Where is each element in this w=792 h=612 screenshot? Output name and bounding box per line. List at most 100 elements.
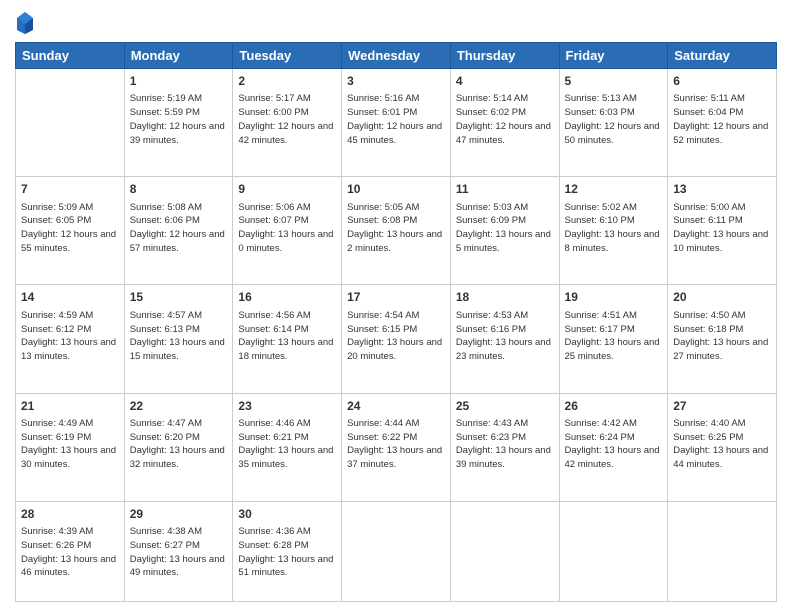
calendar-cell: 26Sunrise: 4:42 AMSunset: 6:24 PMDayligh…	[559, 393, 668, 501]
day-number: 1	[130, 73, 228, 90]
cell-content: 30Sunrise: 4:36 AMSunset: 6:28 PMDayligh…	[238, 506, 336, 580]
cell-content: 12Sunrise: 5:02 AMSunset: 6:10 PMDayligh…	[565, 181, 663, 255]
day-number: 29	[130, 506, 228, 523]
calendar-cell: 14Sunrise: 4:59 AMSunset: 6:12 PMDayligh…	[16, 285, 125, 393]
day-number: 30	[238, 506, 336, 523]
week-row-2: 14Sunrise: 4:59 AMSunset: 6:12 PMDayligh…	[16, 285, 777, 393]
cell-content: 8Sunrise: 5:08 AMSunset: 6:06 PMDaylight…	[130, 181, 228, 255]
day-number: 15	[130, 289, 228, 306]
day-number: 4	[456, 73, 554, 90]
day-number: 28	[21, 506, 119, 523]
cell-content: 13Sunrise: 5:00 AMSunset: 6:11 PMDayligh…	[673, 181, 771, 255]
cell-content: 1Sunrise: 5:19 AMSunset: 5:59 PMDaylight…	[130, 73, 228, 147]
calendar-cell: 25Sunrise: 4:43 AMSunset: 6:23 PMDayligh…	[450, 393, 559, 501]
cell-content: 28Sunrise: 4:39 AMSunset: 6:26 PMDayligh…	[21, 506, 119, 580]
day-number: 3	[347, 73, 445, 90]
week-row-4: 28Sunrise: 4:39 AMSunset: 6:26 PMDayligh…	[16, 501, 777, 601]
cell-content: 29Sunrise: 4:38 AMSunset: 6:27 PMDayligh…	[130, 506, 228, 580]
calendar-cell	[559, 501, 668, 601]
logo-icon	[15, 10, 35, 34]
calendar-cell: 21Sunrise: 4:49 AMSunset: 6:19 PMDayligh…	[16, 393, 125, 501]
cell-content: 14Sunrise: 4:59 AMSunset: 6:12 PMDayligh…	[21, 289, 119, 363]
calendar-cell: 15Sunrise: 4:57 AMSunset: 6:13 PMDayligh…	[124, 285, 233, 393]
day-number: 24	[347, 398, 445, 415]
calendar-cell: 24Sunrise: 4:44 AMSunset: 6:22 PMDayligh…	[342, 393, 451, 501]
cell-content: 10Sunrise: 5:05 AMSunset: 6:08 PMDayligh…	[347, 181, 445, 255]
day-number: 14	[21, 289, 119, 306]
calendar-cell: 19Sunrise: 4:51 AMSunset: 6:17 PMDayligh…	[559, 285, 668, 393]
day-number: 17	[347, 289, 445, 306]
cell-content: 5Sunrise: 5:13 AMSunset: 6:03 PMDaylight…	[565, 73, 663, 147]
weekday-header-saturday: Saturday	[668, 43, 777, 69]
day-number: 23	[238, 398, 336, 415]
day-number: 8	[130, 181, 228, 198]
calendar-cell: 18Sunrise: 4:53 AMSunset: 6:16 PMDayligh…	[450, 285, 559, 393]
cell-content: 3Sunrise: 5:16 AMSunset: 6:01 PMDaylight…	[347, 73, 445, 147]
day-number: 5	[565, 73, 663, 90]
calendar-cell: 2Sunrise: 5:17 AMSunset: 6:00 PMDaylight…	[233, 69, 342, 177]
header	[15, 10, 777, 34]
cell-content: 16Sunrise: 4:56 AMSunset: 6:14 PMDayligh…	[238, 289, 336, 363]
cell-content: 2Sunrise: 5:17 AMSunset: 6:00 PMDaylight…	[238, 73, 336, 147]
cell-content: 15Sunrise: 4:57 AMSunset: 6:13 PMDayligh…	[130, 289, 228, 363]
day-number: 20	[673, 289, 771, 306]
calendar-cell	[342, 501, 451, 601]
calendar-cell: 29Sunrise: 4:38 AMSunset: 6:27 PMDayligh…	[124, 501, 233, 601]
weekday-header-friday: Friday	[559, 43, 668, 69]
day-number: 9	[238, 181, 336, 198]
calendar-cell	[450, 501, 559, 601]
calendar-cell: 20Sunrise: 4:50 AMSunset: 6:18 PMDayligh…	[668, 285, 777, 393]
week-row-1: 7Sunrise: 5:09 AMSunset: 6:05 PMDaylight…	[16, 177, 777, 285]
calendar-cell: 12Sunrise: 5:02 AMSunset: 6:10 PMDayligh…	[559, 177, 668, 285]
calendar-cell: 9Sunrise: 5:06 AMSunset: 6:07 PMDaylight…	[233, 177, 342, 285]
week-row-0: 1Sunrise: 5:19 AMSunset: 5:59 PMDaylight…	[16, 69, 777, 177]
logo	[15, 10, 39, 34]
calendar-cell: 7Sunrise: 5:09 AMSunset: 6:05 PMDaylight…	[16, 177, 125, 285]
cell-content: 19Sunrise: 4:51 AMSunset: 6:17 PMDayligh…	[565, 289, 663, 363]
calendar-cell	[16, 69, 125, 177]
cell-content: 4Sunrise: 5:14 AMSunset: 6:02 PMDaylight…	[456, 73, 554, 147]
calendar-cell: 4Sunrise: 5:14 AMSunset: 6:02 PMDaylight…	[450, 69, 559, 177]
day-number: 27	[673, 398, 771, 415]
weekday-header-row: SundayMondayTuesdayWednesdayThursdayFrid…	[16, 43, 777, 69]
cell-content: 20Sunrise: 4:50 AMSunset: 6:18 PMDayligh…	[673, 289, 771, 363]
day-number: 16	[238, 289, 336, 306]
weekday-header-monday: Monday	[124, 43, 233, 69]
day-number: 21	[21, 398, 119, 415]
cell-content: 11Sunrise: 5:03 AMSunset: 6:09 PMDayligh…	[456, 181, 554, 255]
weekday-header-thursday: Thursday	[450, 43, 559, 69]
calendar-cell: 11Sunrise: 5:03 AMSunset: 6:09 PMDayligh…	[450, 177, 559, 285]
day-number: 26	[565, 398, 663, 415]
calendar-cell: 27Sunrise: 4:40 AMSunset: 6:25 PMDayligh…	[668, 393, 777, 501]
cell-content: 9Sunrise: 5:06 AMSunset: 6:07 PMDaylight…	[238, 181, 336, 255]
day-number: 25	[456, 398, 554, 415]
day-number: 2	[238, 73, 336, 90]
day-number: 6	[673, 73, 771, 90]
cell-content: 22Sunrise: 4:47 AMSunset: 6:20 PMDayligh…	[130, 398, 228, 472]
cell-content: 26Sunrise: 4:42 AMSunset: 6:24 PMDayligh…	[565, 398, 663, 472]
day-number: 19	[565, 289, 663, 306]
cell-content: 7Sunrise: 5:09 AMSunset: 6:05 PMDaylight…	[21, 181, 119, 255]
calendar-table: SundayMondayTuesdayWednesdayThursdayFrid…	[15, 42, 777, 602]
weekday-header-tuesday: Tuesday	[233, 43, 342, 69]
cell-content: 24Sunrise: 4:44 AMSunset: 6:22 PMDayligh…	[347, 398, 445, 472]
calendar-cell: 17Sunrise: 4:54 AMSunset: 6:15 PMDayligh…	[342, 285, 451, 393]
weekday-header-wednesday: Wednesday	[342, 43, 451, 69]
cell-content: 18Sunrise: 4:53 AMSunset: 6:16 PMDayligh…	[456, 289, 554, 363]
calendar-cell: 28Sunrise: 4:39 AMSunset: 6:26 PMDayligh…	[16, 501, 125, 601]
calendar-cell: 5Sunrise: 5:13 AMSunset: 6:03 PMDaylight…	[559, 69, 668, 177]
weekday-header-sunday: Sunday	[16, 43, 125, 69]
week-row-3: 21Sunrise: 4:49 AMSunset: 6:19 PMDayligh…	[16, 393, 777, 501]
day-number: 12	[565, 181, 663, 198]
calendar-cell: 6Sunrise: 5:11 AMSunset: 6:04 PMDaylight…	[668, 69, 777, 177]
day-number: 7	[21, 181, 119, 198]
calendar-cell: 23Sunrise: 4:46 AMSunset: 6:21 PMDayligh…	[233, 393, 342, 501]
page: SundayMondayTuesdayWednesdayThursdayFrid…	[0, 0, 792, 612]
calendar-cell: 8Sunrise: 5:08 AMSunset: 6:06 PMDaylight…	[124, 177, 233, 285]
calendar-cell	[668, 501, 777, 601]
calendar-cell: 30Sunrise: 4:36 AMSunset: 6:28 PMDayligh…	[233, 501, 342, 601]
day-number: 11	[456, 181, 554, 198]
calendar-cell: 16Sunrise: 4:56 AMSunset: 6:14 PMDayligh…	[233, 285, 342, 393]
calendar-cell: 1Sunrise: 5:19 AMSunset: 5:59 PMDaylight…	[124, 69, 233, 177]
cell-content: 21Sunrise: 4:49 AMSunset: 6:19 PMDayligh…	[21, 398, 119, 472]
